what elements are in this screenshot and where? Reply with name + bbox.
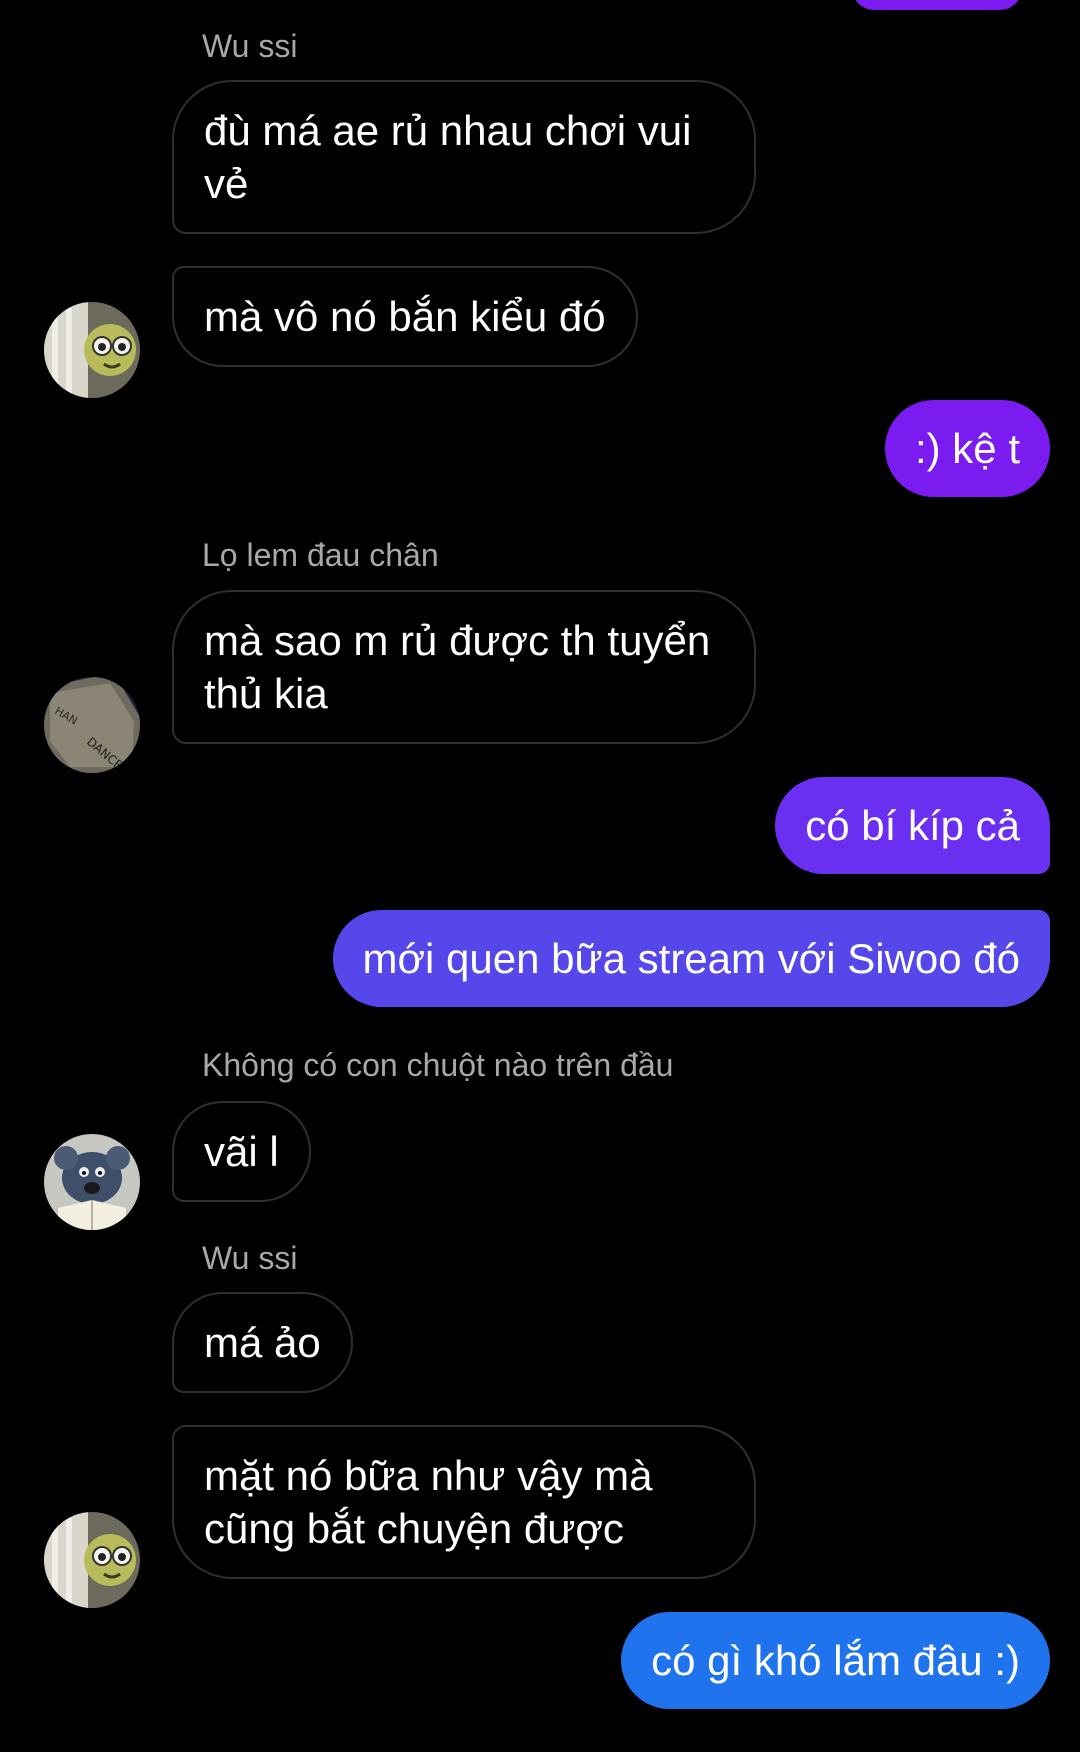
message-text: mà sao m rủ được th tuyển thủ kia bbox=[204, 617, 711, 717]
message-text: mới quen bữa stream với Siwoo đó bbox=[362, 935, 1020, 982]
incoming-message-bubble[interactable]: mà sao m rủ được th tuyển thủ kia bbox=[172, 590, 756, 744]
dance-card-avatar-icon: HAN DANCE bbox=[44, 677, 140, 773]
avatar-khong-co-con-chuot[interactable] bbox=[44, 1134, 140, 1230]
cartoon-creature-avatar-icon bbox=[44, 1512, 140, 1608]
message-text: mặt nó bữa như vậy mà cũng bắt chuyện đư… bbox=[204, 1452, 653, 1552]
message-text: có bí kíp cả bbox=[805, 802, 1020, 849]
avatar-wu-ssi[interactable] bbox=[44, 302, 140, 398]
message-text: đù má ae rủ nhau chơi vui vẻ bbox=[204, 107, 692, 207]
message-text: mà vô nó bắn kiểu đó bbox=[204, 293, 606, 340]
cartoon-creature-avatar-icon bbox=[44, 302, 140, 398]
sender-name: Wu ssi bbox=[202, 28, 298, 64]
message-text: vãi l bbox=[204, 1128, 279, 1175]
outgoing-message-bubble[interactable]: mới quen bữa stream với Siwoo đó bbox=[332, 910, 1050, 1007]
sender-name: Wu ssi bbox=[202, 1240, 298, 1276]
outgoing-message-bubble[interactable]: có gì khó lắm đâu :) bbox=[621, 1612, 1050, 1709]
message-text: có gì khó lắm đâu :) bbox=[651, 1637, 1020, 1684]
incoming-message-bubble[interactable]: mặt nó bữa như vậy mà cũng bắt chuyện đư… bbox=[172, 1425, 756, 1579]
incoming-message-bubble[interactable]: mà vô nó bắn kiểu đó bbox=[172, 266, 638, 367]
sender-name: Không có con chuột nào trên đầu bbox=[202, 1047, 674, 1083]
message-text: má ảo bbox=[204, 1319, 321, 1366]
rat-reading-book-avatar-icon bbox=[44, 1134, 140, 1230]
outgoing-message-bubble[interactable]: có bí kíp cả bbox=[775, 777, 1050, 874]
outgoing-message-bubble[interactable]: :) kệ t bbox=[884, 400, 1050, 497]
incoming-message-bubble[interactable]: má ảo bbox=[172, 1292, 353, 1393]
message-text: :) kệ t bbox=[914, 425, 1020, 472]
outgoing-bubble-partial[interactable] bbox=[852, 0, 1022, 10]
sender-name: Lọ lem đau chân bbox=[202, 537, 439, 573]
incoming-message-bubble[interactable]: đù má ae rủ nhau chơi vui vẻ bbox=[172, 80, 756, 234]
chat-screen: { "colors": { "background": "#000000", "… bbox=[0, 0, 1080, 1752]
avatar-lo-lem[interactable]: HAN DANCE bbox=[44, 677, 140, 773]
avatar-wu-ssi[interactable] bbox=[44, 1512, 140, 1608]
incoming-message-bubble[interactable]: vãi l bbox=[172, 1101, 311, 1202]
